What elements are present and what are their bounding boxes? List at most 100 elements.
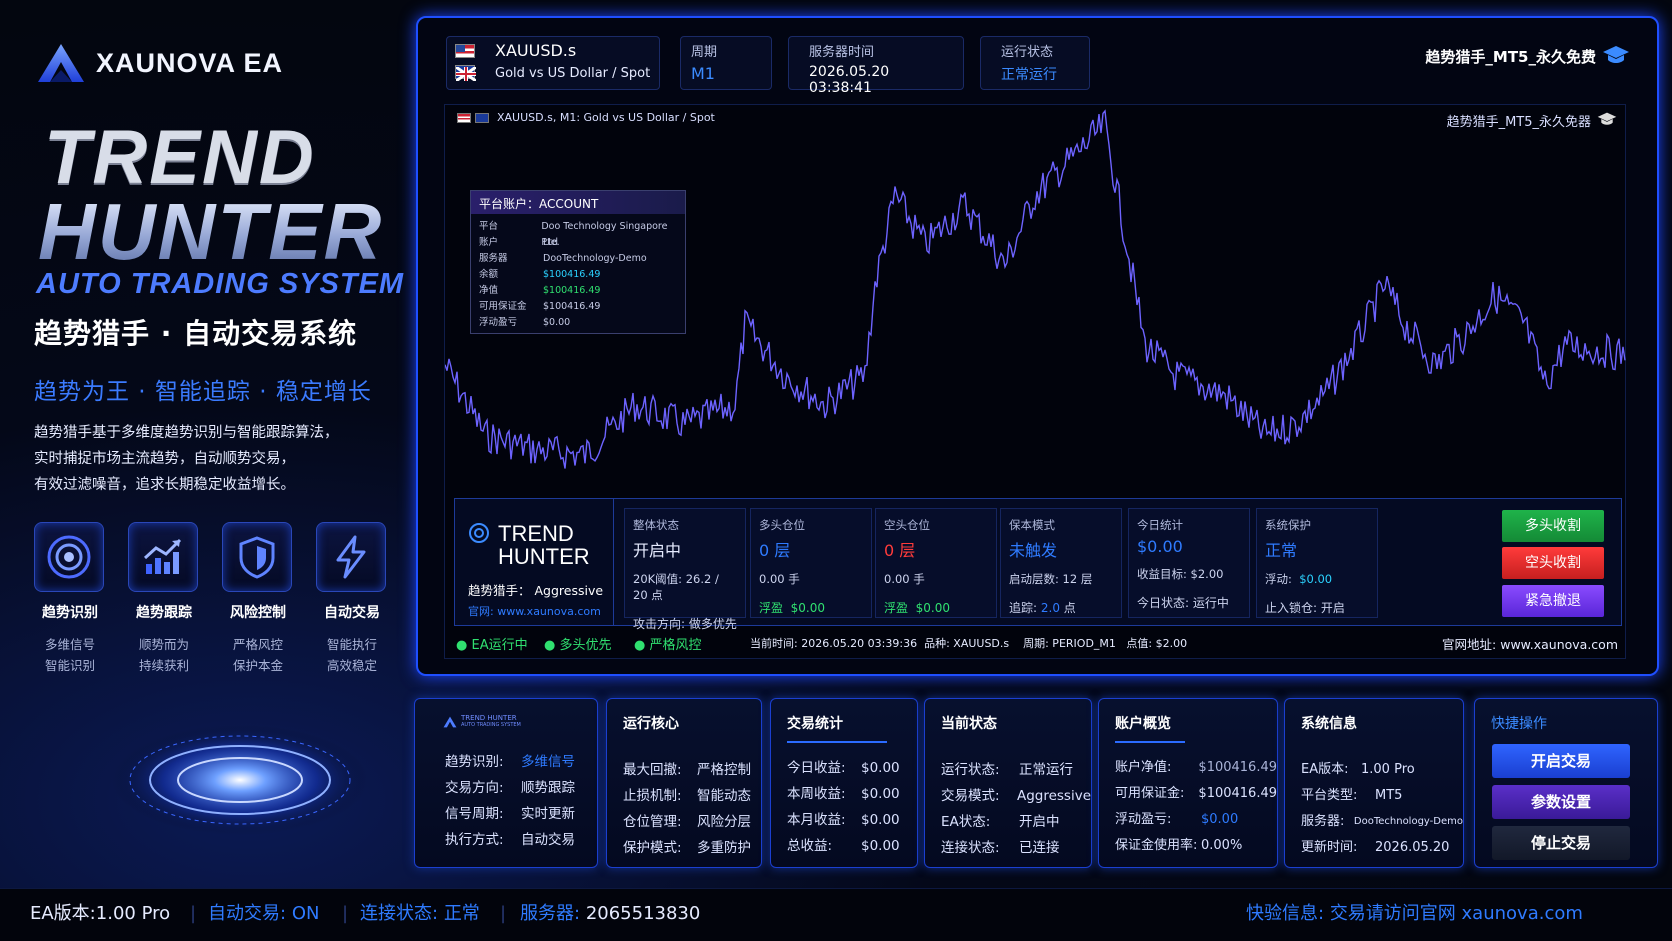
account-title: 平台账户：ACCOUNT: [471, 191, 685, 214]
tag-strict-risk: ● 严格风控: [634, 638, 702, 653]
footer-auto-trading: 自动交易: ON: [208, 903, 320, 924]
feature-risk-control: 风险控制 严格风控 保护本金: [222, 522, 294, 676]
server-time-box: 服务器时间 2026.05.20 03:38:41: [788, 36, 964, 96]
card-row: 执行方式: 自动交易: [445, 832, 575, 848]
card-run-core: 运行核心 最大回撤: 严格控制 止损机制: 智能动态 仓位管理: 风险分层 保护模式:…: [606, 698, 762, 868]
description: 趋势猎手基于多维度趋势识别与智能跟踪算法， 实时捕捉市场主流趋势，自动顺势交易，…: [34, 420, 364, 498]
overall-status-cell: 整体状态 开启中 20K阈值: 26.2 / 20 点 攻击方向: 做多优先: [624, 508, 746, 631]
feature-trend-following: 趋势跟踪 顺势而为 持续获利: [128, 522, 200, 676]
account-row: 服务器 DooTechnology-Demo: [479, 253, 647, 264]
description-line: 有效过滤噪音，追求长期稳定收益增长。: [34, 477, 295, 493]
card-row: 趋势识别: 多维信号: [445, 754, 575, 770]
uk-flag-icon: [455, 65, 477, 83]
stop-trading-button[interactable]: 停止交易: [1492, 826, 1630, 860]
long-harvest-button[interactable]: 多头收割: [1502, 510, 1604, 542]
feature-sub: 严格风控 保护本金: [232, 637, 283, 673]
run-status-label: 运行状态: [1001, 45, 1054, 60]
hero-cn-title: 趋势猎手 · 自动交易系统: [34, 317, 358, 350]
footer-divider: |: [500, 903, 507, 924]
trend-chart-icon: [128, 522, 198, 592]
status-bar-inner: ● EA运行中 ● 多头优先 ● 严格风控 当前时间: 2026.05.20 0…: [454, 634, 1622, 656]
run-status-value: 正常运行: [1001, 67, 1057, 83]
hero-title-line1: TREND: [44, 115, 316, 200]
card-row: 交易方向: 顺势跟踪: [445, 780, 575, 796]
today-stats-cell: 今日统计 $0.00 收益目标: $2.00 今日状态: 运行中: [1128, 508, 1250, 618]
account-row: 平台 Doo Technology Singapore Pte.: [479, 221, 668, 248]
brand-name: XAUNOVA EA: [96, 47, 284, 78]
card-title: 交易统计: [787, 716, 843, 732]
description-line: 实时捕捉市场主流趋势，自动顺势交易，: [34, 451, 295, 467]
card-current-status: 当前状态 运行状态: 正常运行 交易模式: Aggressive EA状态: 开启中 …: [924, 698, 1092, 868]
period-box[interactable]: 周期 M1: [680, 36, 772, 90]
account-row: 账户 Ltd: [479, 237, 559, 248]
short-harvest-button[interactable]: 空头收割: [1502, 547, 1604, 579]
feature-title: 趋势跟踪: [136, 605, 192, 621]
system-protection-cell: 系统保护 正常 浮动: $0.00 止入锁仓: 开启: [1256, 508, 1378, 618]
slogan: 趋势为王 · 智能追踪 · 稳定增长: [34, 379, 372, 405]
logo-line1: TREND: [498, 521, 574, 546]
feature-sub: 智能执行 高效稳定: [326, 637, 377, 673]
target-icon: [469, 523, 489, 543]
card-title: 账户概览: [1115, 716, 1171, 732]
feature-trend-recognition: 趋势识别 多维信号 智能识别: [34, 522, 106, 676]
card-title: 快捷操作: [1491, 716, 1547, 732]
footer-version: EA版本:1.00 Pro: [30, 903, 171, 924]
footer-divider: |: [190, 903, 197, 924]
hero-title-line2: HUNTER: [38, 187, 384, 276]
card-trend-hunter: TREND HUNTER AUTO TRADING SYSTEM 趋势识别: 多维信…: [414, 698, 598, 868]
tag-ea-running: ● EA运行中: [456, 638, 528, 653]
brand-logo-icon: [38, 44, 84, 82]
footer-server: 服务器: 2065513830: [520, 903, 701, 924]
card-account-overview: 账户概览 账户净值: $100416.49 可用保证金: $100416.49 浮动…: [1098, 698, 1278, 868]
footer-status-bar: EA版本:1.00 Pro | 自动交易: ON | 连接状态: 正常 | 服务…: [0, 888, 1672, 941]
account-row: 余额 $100416.49: [479, 269, 601, 280]
symbol-box[interactable]: XAUUSD.s Gold vs US Dollar / Spot: [446, 36, 660, 90]
feature-title: 风险控制: [230, 605, 286, 621]
card-title: 系统信息: [1301, 716, 1357, 732]
brand-logo-icon: [443, 716, 457, 728]
website-link[interactable]: 官网: www.xaunova.com: [468, 603, 613, 619]
card-row: 信号周期: 实时更新: [445, 806, 575, 822]
feature-title: 自动交易: [324, 605, 380, 621]
short-position-cell: 空头仓位 0 层 0.00 手 浮盈 $0.00: [875, 508, 997, 618]
symbol-desc: Gold vs US Dollar / Spot: [495, 66, 651, 81]
feature-auto-trading: 自动交易 智能执行 高效稳定: [316, 522, 388, 676]
current-info: 当前时间: 2026.05.20 03:39:36 品种: XAUUSD.s 周…: [750, 637, 1188, 650]
feature-sub: 顺势而为 持续获利: [138, 637, 189, 673]
run-status-box: 运行状态 正常运行: [980, 36, 1090, 90]
emergency-exit-button[interactable]: 紧急撤退: [1502, 585, 1604, 617]
logo-line2: HUNTER: [498, 544, 590, 569]
account-row: 浮动盈亏 $0.00: [479, 317, 571, 328]
card-title: 当前状态: [941, 716, 997, 732]
footer-official-site[interactable]: 快验信息: 交易请访问官网 xaunova.com: [1246, 889, 1583, 939]
feature-sub: 多维信号 智能识别: [44, 637, 95, 673]
symbol-name: XAUUSD.s: [495, 41, 577, 60]
card-trade-stats: 交易统计 今日收益: $0.00 本周收益: $0.00 本月收益: $0.00 总收…: [770, 698, 918, 868]
server-time-label: 服务器时间: [809, 45, 875, 60]
lightning-icon: [316, 522, 386, 592]
footer-connection: 连接状态: 正常: [360, 903, 480, 924]
account-row: 可用保证金 $100416.49: [479, 301, 601, 312]
mini-logo: TREND HUNTER AUTO TRADING SYSTEM: [415, 699, 597, 729]
ea-name-header: 趋势猎手_MT5_永久免费: [1425, 48, 1596, 66]
target-icon: [34, 522, 104, 592]
site-address[interactable]: 官网地址: www.xaunova.com: [1442, 634, 1618, 653]
trend-hunter-logo: TREND HUNTER 趋势猎手： Aggressive 官网: www.xa…: [454, 498, 614, 626]
start-trading-button[interactable]: 开启交易: [1492, 744, 1630, 778]
breakeven-mode-cell: 保本模式 未触发 启动层数: 12 层 追踪: 2.0 点: [1000, 508, 1122, 618]
description-line: 趋势猎手基于多维度趋势识别与智能跟踪算法，: [34, 425, 339, 441]
portal-graphic: [112, 725, 368, 835]
period-label: 周期: [691, 45, 718, 60]
tag-long-priority: ● 多头优先: [544, 638, 612, 653]
server-time-value: 2026.05.20 03:38:41: [809, 64, 890, 96]
card-system-info: 系统信息 EA版本: 1.00 Pro 平台类型: MT5 服务器: DooTechn…: [1284, 698, 1464, 868]
us-flag-icon: [455, 44, 475, 58]
shield-icon: [222, 522, 292, 592]
brand: XAUNOVA EA: [36, 42, 283, 84]
strategy-mode: 趋势猎手： Aggressive: [468, 583, 604, 598]
card-title: 运行核心: [623, 716, 679, 732]
account-row: 净值 $100416.49: [479, 285, 601, 296]
hero-subtitle: AUTO TRADING SYSTEM: [36, 268, 405, 300]
account-info-panel: 平台账户：ACCOUNT 平台 Doo Technology Singapore …: [470, 190, 686, 334]
settings-button[interactable]: 参数设置: [1492, 785, 1630, 819]
